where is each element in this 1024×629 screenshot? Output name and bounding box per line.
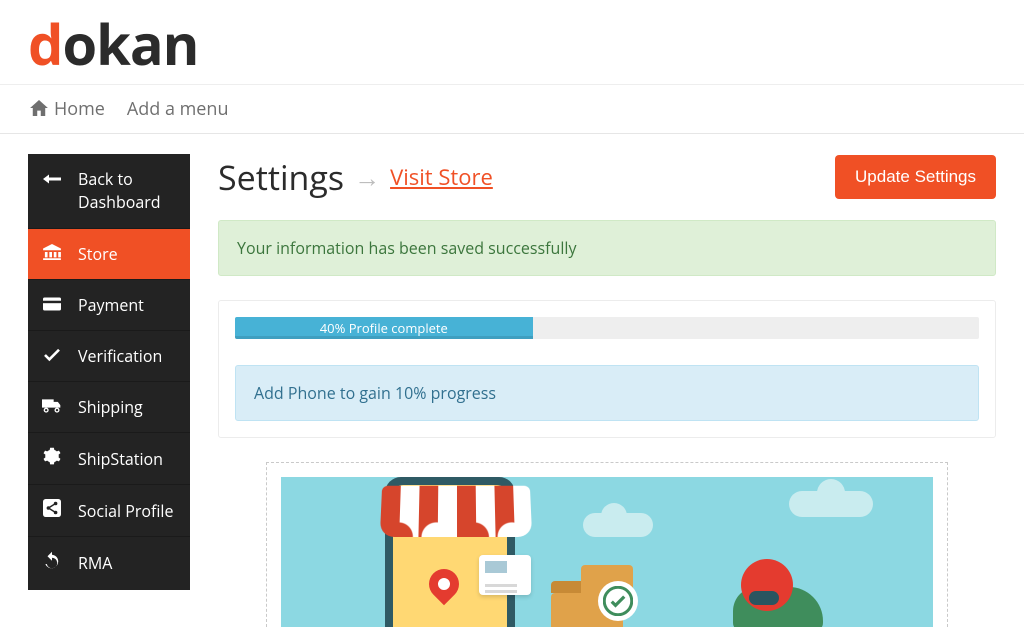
sidebar-item-back[interactable]: Back to Dashboard: [28, 154, 190, 229]
sidebar-verification-label: Verification: [78, 345, 162, 367]
content-header: Settings → Visit Store Update Settings: [218, 154, 996, 200]
sidebar-shipping-label: Shipping: [78, 396, 143, 418]
progress-fill: 40% Profile complete: [235, 317, 533, 339]
nav-add-menu-label: Add a menu: [127, 97, 229, 121]
brand-first-letter: d: [28, 6, 62, 82]
progress-hint: Add Phone to gain 10% progress: [235, 365, 979, 421]
check-icon: [42, 345, 62, 367]
sidebar-back-line1: Back to: [78, 168, 133, 190]
sidebar-payment-label: Payment: [78, 294, 144, 316]
progress-bar: 40% Profile complete: [235, 317, 979, 339]
visit-store-link[interactable]: Visit Store: [390, 162, 493, 192]
progress-hint-text: Add Phone to gain 10% progress: [254, 382, 496, 404]
bank-icon: [42, 243, 62, 265]
sidebar-item-shipping[interactable]: Shipping: [28, 382, 190, 433]
sidebar-social-label: Social Profile: [78, 500, 173, 522]
sidebar-item-social[interactable]: Social Profile: [28, 485, 190, 537]
card-icon: [42, 294, 62, 316]
check-badge-icon: [598, 581, 638, 621]
store-banner-image: [281, 477, 933, 627]
brand-rest: okan: [62, 6, 198, 82]
arrow-left-icon: [42, 168, 62, 191]
nav-home[interactable]: Home: [30, 97, 105, 121]
sidebar-shipstation-label: ShipStation: [78, 448, 163, 470]
sidebar-item-shipstation[interactable]: ShipStation: [28, 433, 190, 485]
sidebar-item-store[interactable]: Store: [28, 229, 190, 280]
cloud-icon: [583, 513, 653, 537]
helmet-icon: [741, 559, 793, 611]
sidebar-item-payment[interactable]: Payment: [28, 280, 190, 331]
awning-illustration: [380, 486, 532, 537]
progress-label: 40% Profile complete: [320, 319, 448, 337]
gear-icon: [42, 447, 62, 470]
window-card-illustration: [479, 555, 531, 595]
home-icon: [30, 100, 48, 119]
sidebar-item-verification[interactable]: Verification: [28, 331, 190, 382]
top-nav: Home Add a menu: [0, 84, 1024, 134]
sidebar: Back to Dashboard Store Payment Verifica…: [28, 154, 190, 590]
share-icon: [42, 499, 62, 522]
content: Settings → Visit Store Update Settings Y…: [218, 154, 996, 627]
sidebar-rma-label: RMA: [78, 552, 112, 574]
truck-icon: [42, 396, 62, 418]
sidebar-item-rma[interactable]: RMA: [28, 537, 190, 590]
brand-logo: dokan: [0, 0, 1024, 84]
nav-home-label: Home: [54, 97, 105, 121]
sidebar-back-line2: Dashboard: [78, 191, 161, 213]
nav-add-menu[interactable]: Add a menu: [127, 97, 229, 121]
success-alert-text: Your information has been saved successf…: [237, 237, 576, 259]
cloud-icon: [789, 491, 873, 517]
undo-icon: [42, 551, 62, 574]
page-title-text: Settings: [218, 154, 344, 200]
page-title: Settings → Visit Store: [218, 154, 493, 200]
arrow-right-icon: →: [354, 159, 380, 195]
progress-card: 40% Profile complete Add Phone to gain 1…: [218, 300, 996, 438]
sidebar-store-label: Store: [78, 243, 118, 265]
update-settings-button[interactable]: Update Settings: [835, 155, 996, 199]
banner-upload-area[interactable]: [266, 462, 948, 627]
success-alert: Your information has been saved successf…: [218, 220, 996, 276]
